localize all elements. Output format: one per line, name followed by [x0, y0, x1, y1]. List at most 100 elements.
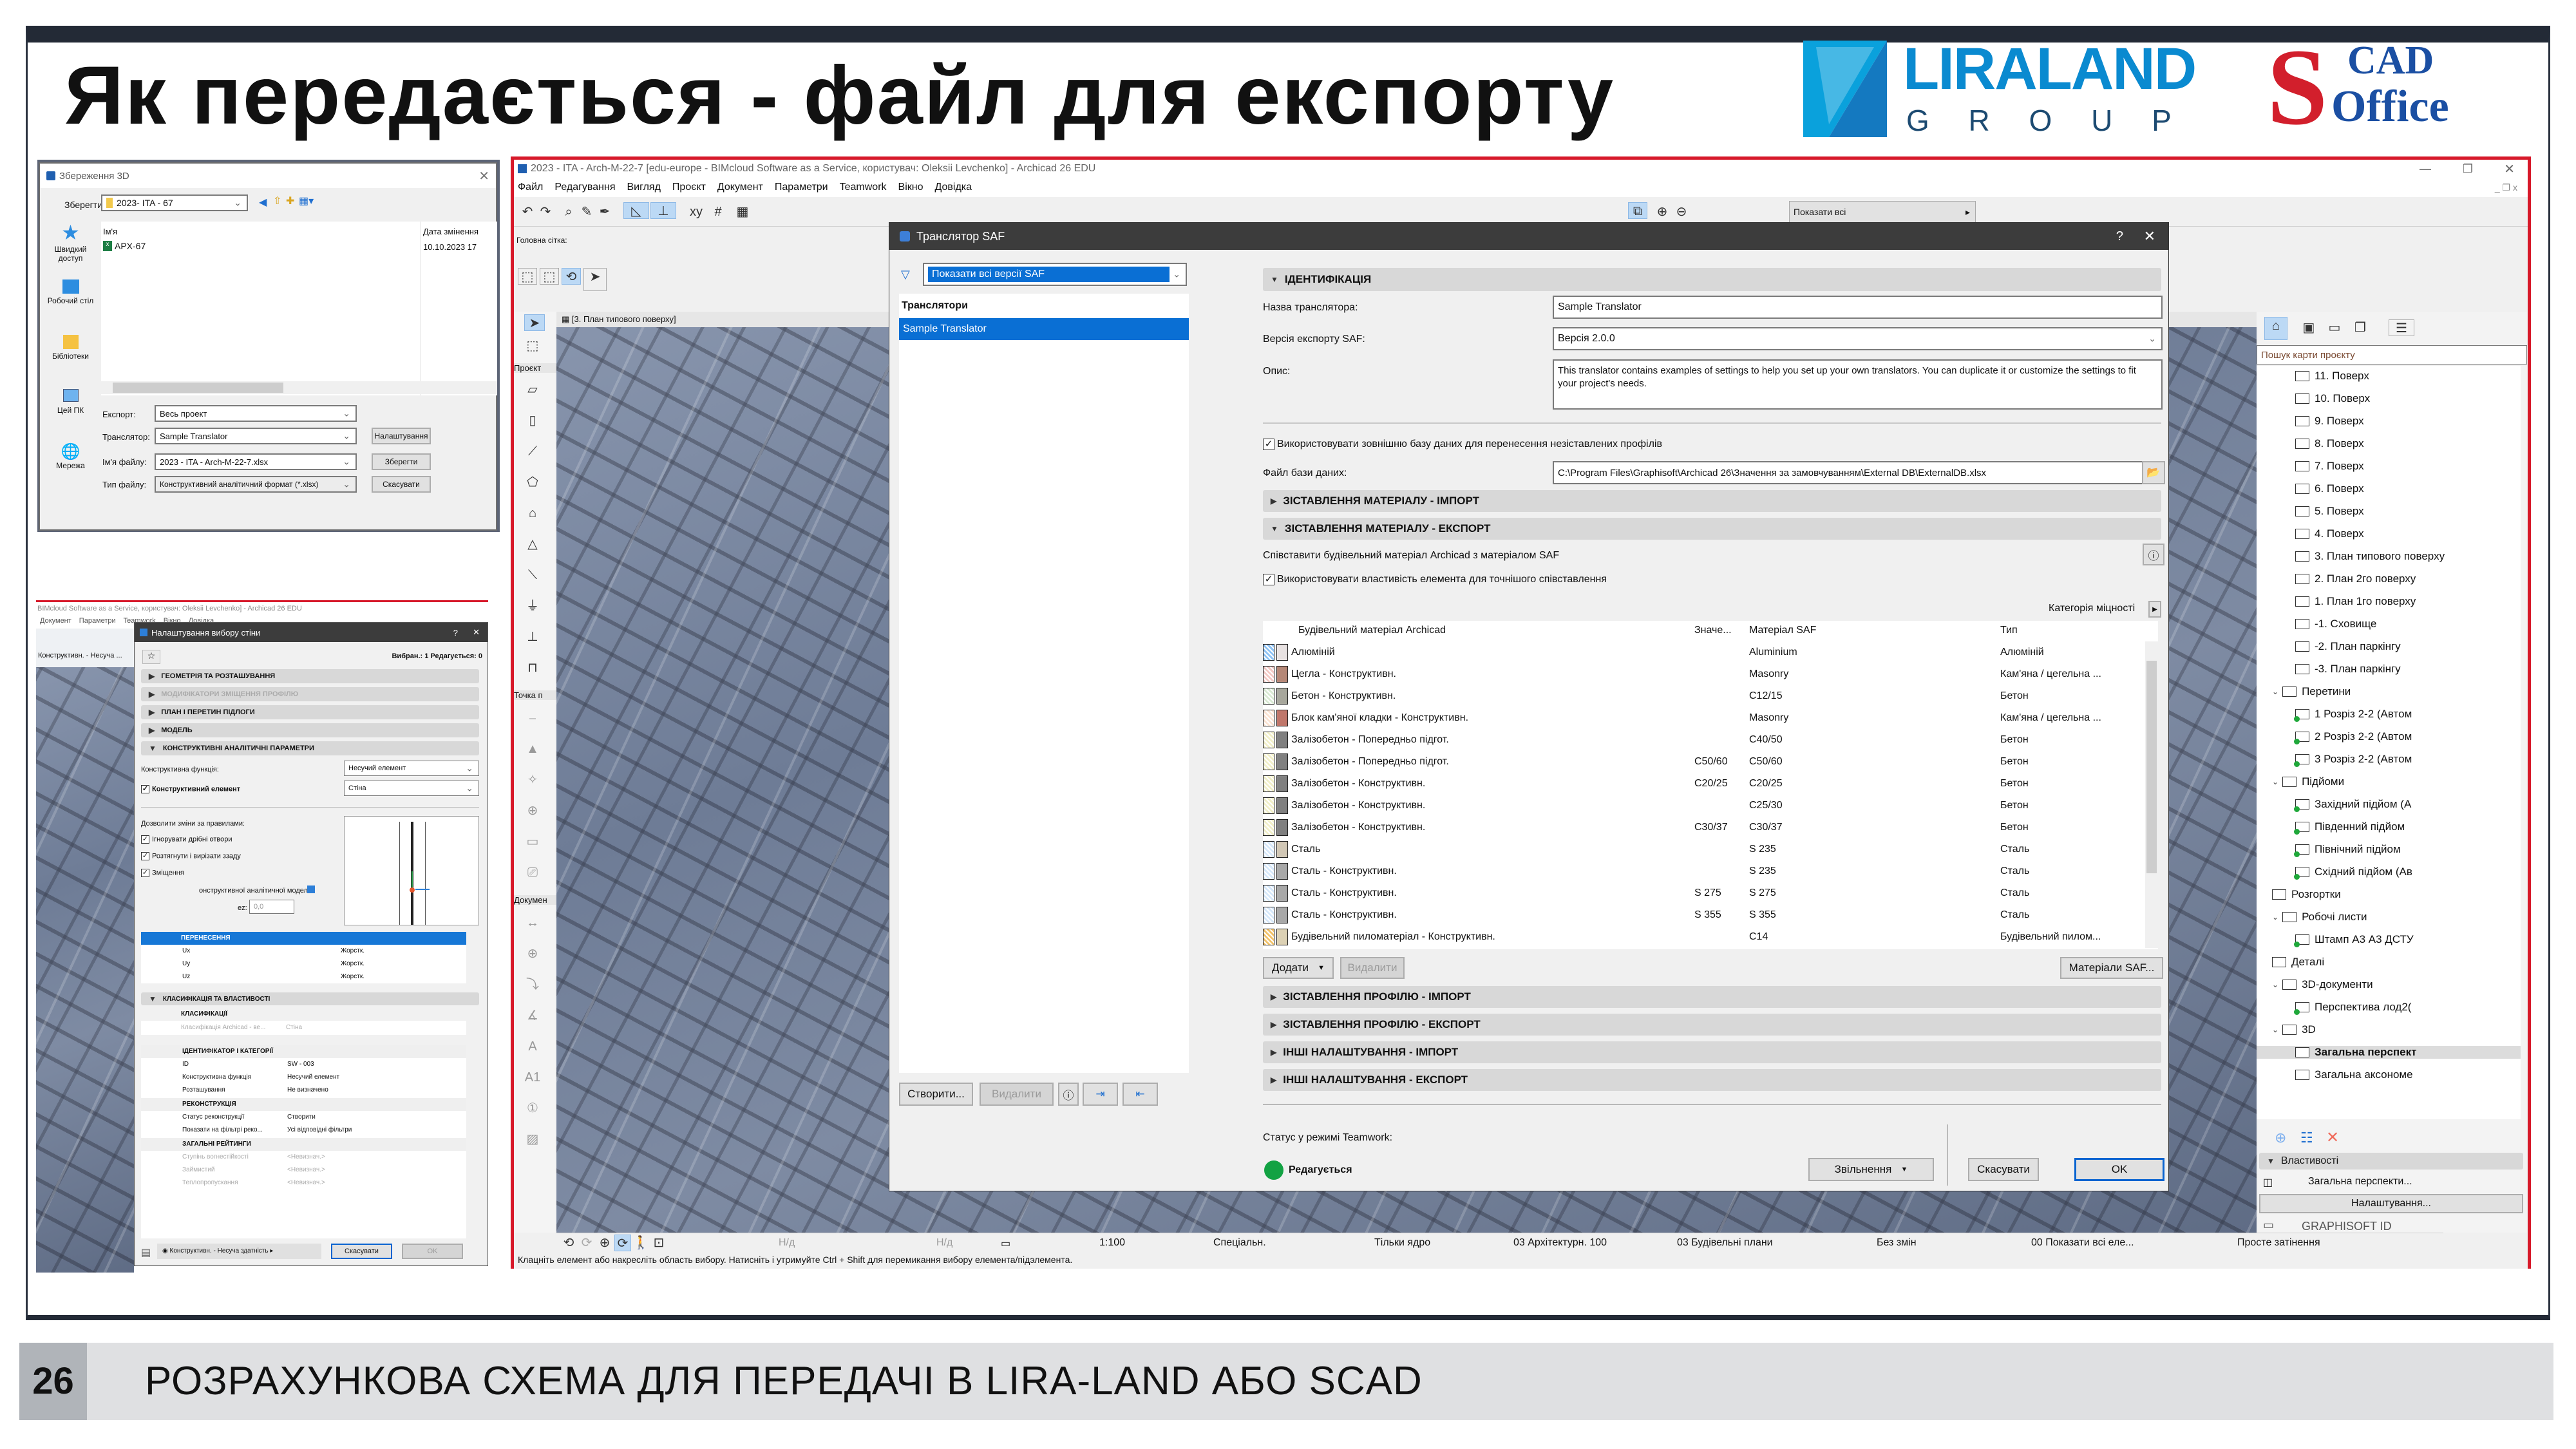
angle-dimension-icon[interactable]: ∡ [524, 1007, 541, 1024]
analytic-member-icon[interactable]: ⟍ [524, 567, 541, 583]
id-header[interactable]: ІДЕНТИФІКАТОР І КАТЕГОРІЇ [141, 1045, 466, 1058]
view-map-icon[interactable]: ▣ [2300, 319, 2317, 336]
saf-materials-button[interactable]: Матеріали SAF... [2060, 957, 2163, 979]
analytic-model-button[interactable] [307, 886, 315, 893]
section-classification[interactable]: ▼ КЛАСИФІКАЦІЯ ТА ВЛАСТИВОСТІ [141, 992, 479, 1005]
navigator-item[interactable]: ⌄ 3D [2272, 1023, 2316, 1036]
materials-scrollbar[interactable] [2145, 641, 2158, 948]
structural-function-dropdown[interactable]: Несучий елемент ⌄ [344, 761, 479, 776]
scrollbar-thumb[interactable] [113, 383, 283, 393]
doc-window-controls[interactable]: _ ❐ x [2495, 182, 2517, 193]
remove-material-button[interactable]: Видалити [1340, 957, 1405, 979]
navigator-item[interactable]: Штамп А3 А3 ДСТУ [2294, 933, 2414, 947]
zoom-previous-icon[interactable]: ⟲ [560, 1235, 577, 1251]
project-map-search[interactable]: Пошук карти проєкту [2257, 345, 2527, 365]
place-quick-access[interactable]: ★ Швидкий доступ [43, 220, 98, 263]
zoom-icon[interactable]: ⊕ [596, 1235, 613, 1251]
fit-in-window-icon[interactable]: ⊡ [650, 1235, 667, 1251]
classification-row[interactable]: Класифікація Archicad - ве... Стіна [141, 1021, 466, 1035]
snap-guides-icon[interactable]: ⊥ [650, 202, 676, 219]
zoom-next-icon[interactable]: ⟳ [578, 1235, 595, 1251]
section-material-export[interactable]: ▼ ЗІСТАВЛЕННЯ МАТЕРІАЛУ - ЕКСПОРТ [1263, 518, 2161, 540]
navigator-item[interactable]: 6. Поверх [2295, 482, 2364, 495]
pen-set-dropdown[interactable]: 03 Архітектурн. 100 [1513, 1237, 1607, 1249]
chevron-down-icon[interactable]: ⌄ [2272, 777, 2278, 786]
section-other-export[interactable]: ▶ ІНШІ НАЛАШТУВАННЯ - ЕКСПОРТ [1263, 1069, 2161, 1091]
section-structural-analytic[interactable]: ▼ КОНСТРУКТИВНІ АНАЛІТИЧНІ ПАРАМЕТРИ [141, 741, 479, 755]
slab-tool-icon[interactable]: ⬠ [524, 474, 541, 491]
renovation-status-value[interactable]: Створити [287, 1113, 316, 1121]
close-icon[interactable]: ✕ [2144, 228, 2155, 245]
graphic-override-dropdown[interactable]: Без змін [1877, 1237, 1917, 1249]
structure-display-dropdown[interactable]: Тільки ядро [1374, 1237, 1430, 1249]
section-identification[interactable]: ▼ ІДЕНТИФІКАЦІЯ [1263, 268, 2161, 291]
interior-elevation-icon[interactable]: ✧ [524, 772, 541, 788]
arrow-tool-icon[interactable]: ➤ [524, 314, 545, 331]
detail-tool-icon[interactable]: ⊕ [524, 802, 541, 819]
material-row[interactable]: Залізобетон - Конструктивн. C25/30 Бетон [1263, 795, 2139, 817]
saf-material[interactable]: C40/50 [1749, 734, 1783, 746]
file-row[interactable]: x APX-67 [103, 241, 146, 251]
view-settings-icon[interactable]: ☷ [2300, 1130, 2313, 1146]
tab-floor-plan[interactable]: [3. План типового поверху] [572, 314, 676, 324]
ok-button[interactable]: OK [2074, 1158, 2164, 1181]
saf-version-filter[interactable]: Показати всі версії SAF ⌄ [923, 263, 1187, 286]
position-value[interactable]: Не визначено [287, 1086, 328, 1094]
row-value[interactable]: Жорстк. [341, 947, 365, 954]
navigator-item[interactable]: ⌄ Робочі листи [2272, 911, 2367, 923]
create-translator-button[interactable]: Створити... [899, 1083, 973, 1106]
graphisoft-id-link[interactable]: GRAPHISOFT ID [2302, 1220, 2392, 1233]
menu-file[interactable]: Файл [518, 182, 543, 193]
saf-material[interactable]: C12/15 [1749, 690, 1783, 702]
navigator-item[interactable]: Деталі [2272, 956, 2324, 969]
menu-document[interactable]: Документ [717, 182, 763, 193]
use-property-checkbox[interactable]: ✓ Використовувати властивість елемента дл… [1263, 574, 1607, 585]
section-profile-modifiers[interactable]: ▶ МОДИФІКАТОРИ ЗМІЩЕННЯ ПРОФІЛЮ [141, 687, 479, 701]
marquee-tool-icon[interactable]: ⬚ [524, 337, 541, 354]
text-tool-icon[interactable]: A [524, 1038, 541, 1055]
structural-element-dropdown[interactable]: Стіна ⌄ [344, 781, 479, 796]
eyedropper-icon[interactable]: ✎ [578, 204, 595, 220]
material-row[interactable]: Залізобетон - Попередньо підгот. C40/50 Бе… [1263, 729, 2139, 751]
export-translator-icon[interactable]: ⇤ [1122, 1083, 1158, 1106]
saf-material[interactable]: C30/37 [1749, 822, 1783, 833]
horizontal-scrollbar[interactable] [101, 381, 497, 394]
material-row[interactable]: Сталь - Конструктивн. S 235 Сталь [1263, 860, 2139, 882]
filename-input[interactable]: 2023 - ITA - Arch-M-22-7.xlsx ⌄ [155, 453, 357, 470]
menu-help[interactable]: Довідка [934, 182, 972, 193]
find-select-icon[interactable]: ⌕ [560, 204, 577, 220]
layout-book-icon[interactable]: ▭ [2326, 319, 2343, 336]
translator-item-sample[interactable]: Sample Translator [899, 318, 1189, 340]
toolbox-design-header[interactable]: Проєкт [514, 363, 556, 373]
navigator-item[interactable]: -1. Сховище [2295, 618, 2376, 630]
guide-lines-icon[interactable]: ◺ [623, 202, 649, 219]
select-mode-icon[interactable]: ⬚ [518, 268, 537, 285]
navigator-item[interactable]: 3 Розріз 2-2 (Автом [2294, 753, 2412, 767]
section-floor-plan[interactable]: ▶ ПЛАН І ПЕРЕТИН ПІДЛОГИ [141, 705, 479, 719]
orbit-icon[interactable]: ⟳ [614, 1235, 631, 1251]
shell-tool-icon[interactable]: △ [524, 536, 541, 553]
navigator-item[interactable]: Загальна перспект [2257, 1046, 2521, 1059]
material-row[interactable]: Цегла - Конструктивн. Masonry Кам'яна / це… [1263, 663, 2139, 685]
info-icon[interactable]: ⓘ [2143, 544, 2164, 565]
material-row[interactable]: Залізобетон - Конструктивн. C30/37 C30/37 Б… [1263, 817, 2139, 838]
column-tool-icon[interactable]: ▯ [524, 412, 541, 429]
add-view-icon[interactable]: ⊕ [2275, 1130, 2286, 1146]
info-icon[interactable]: ⓘ [1058, 1083, 1079, 1106]
navigator-item[interactable]: 10. Поверх [2295, 392, 2370, 405]
roof-tool-icon[interactable]: ⌂ [524, 505, 541, 522]
section-tool-icon[interactable]: ⎯ [524, 710, 541, 726]
saf-material[interactable]: C14 [1749, 931, 1768, 943]
menu-item[interactable]: Параметри [79, 617, 116, 629]
model-view-dropdown[interactable]: 03 Будівельні плани [1677, 1237, 1773, 1249]
3d-style-dropdown[interactable]: Просте затінення [2237, 1237, 2320, 1249]
navigator-item[interactable]: 11. Поверх [2295, 370, 2369, 383]
menu-options[interactable]: Параметри [775, 182, 828, 193]
menu-edit[interactable]: Редагування [554, 182, 615, 193]
undo-icon[interactable]: ↶ [519, 204, 536, 220]
id-value[interactable]: SW - 003 [287, 1061, 314, 1068]
scrollbar-thumb[interactable] [2146, 661, 2157, 873]
translator-dropdown[interactable]: Sample Translator ⌄ [155, 428, 357, 444]
surface-support-icon[interactable]: ⊓ [524, 659, 541, 676]
windows-icon[interactable]: ▭ [2263, 1218, 2274, 1232]
